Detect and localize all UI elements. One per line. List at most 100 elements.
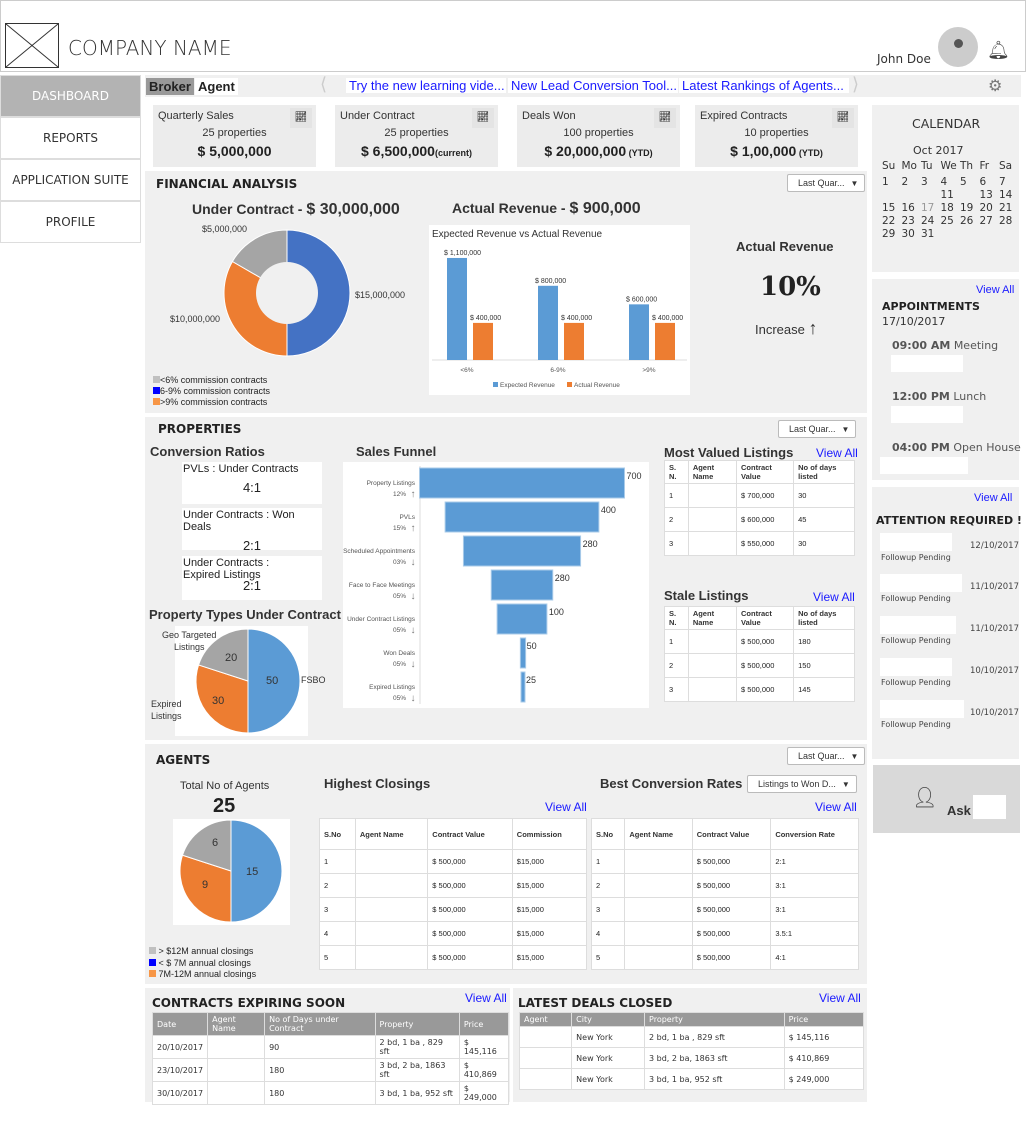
section-title: LATEST DEALS CLOSED bbox=[518, 996, 673, 1010]
table-row[interactable]: 1 $ 500,000 $15,000 bbox=[319, 849, 588, 874]
sidebar-item-profile[interactable]: PROFILE bbox=[0, 201, 141, 243]
calendar-day[interactable]: 29 bbox=[882, 228, 902, 240]
conversion-filter-dropdown[interactable]: Listings to Won D... ▼ bbox=[747, 775, 857, 793]
table-cell: 45 bbox=[793, 507, 855, 532]
period-dropdown[interactable]: Last Quar... ▼ bbox=[787, 747, 866, 765]
calendar-day[interactable]: 21 bbox=[999, 202, 1019, 214]
avatar[interactable] bbox=[938, 27, 978, 67]
table-cell bbox=[354, 945, 429, 970]
table-cell: $ 145,116 bbox=[783, 1026, 865, 1048]
view-all-link[interactable]: View All bbox=[815, 800, 857, 814]
table-row[interactable]: 1 $ 500,000 180 bbox=[664, 629, 855, 654]
table-row[interactable]: 1 $ 700,000 30 bbox=[664, 483, 855, 508]
calendar-day[interactable]: 18 bbox=[941, 202, 961, 214]
sidebar-item-reports[interactable]: REPORTS bbox=[0, 117, 141, 159]
view-all-link[interactable]: View All bbox=[465, 991, 507, 1005]
table-row[interactable]: 4 $ 500,000 $15,000 bbox=[319, 921, 588, 946]
calendar-day[interactable]: 14 bbox=[999, 189, 1019, 201]
ticker-item[interactable]: Latest Rankings of Agents... bbox=[679, 78, 849, 93]
period-dropdown[interactable]: Last Quar... ▼ bbox=[787, 174, 866, 192]
attention-item-box[interactable] bbox=[880, 700, 964, 718]
calendar-day[interactable]: 19 bbox=[960, 202, 980, 214]
table-row[interactable]: 2 $ 500,000 $15,000 bbox=[319, 873, 588, 898]
attention-item-box[interactable] bbox=[880, 616, 956, 634]
attention-item-box[interactable] bbox=[880, 574, 962, 592]
calendar-day[interactable]: 3 bbox=[921, 176, 941, 188]
view-all-link[interactable]: View All bbox=[813, 590, 855, 604]
trend-chart-icon[interactable]: 📈︎ bbox=[290, 108, 312, 128]
column-header: S. N. bbox=[664, 460, 689, 484]
table-row[interactable]: New York 3 bd, 2 ba, 1863 sft $ 410,869 bbox=[518, 1047, 865, 1069]
chevron-left-icon[interactable]: ⟨ bbox=[320, 74, 327, 95]
gear-icon[interactable]: ⚙ bbox=[988, 76, 1002, 96]
tab-agent[interactable]: Agent bbox=[195, 78, 238, 95]
calendar-day[interactable]: 15 bbox=[882, 202, 902, 214]
attention-date: 10/10/2017 bbox=[970, 666, 1019, 676]
sidebar-item-application-suite[interactable]: APPLICATION SUITE bbox=[0, 159, 141, 201]
view-all-link[interactable]: View All bbox=[974, 492, 1012, 504]
table-row[interactable]: New York 3 bd, 1 ba, 952 sft $ 249,000 bbox=[518, 1068, 865, 1090]
calendar-day[interactable]: 26 bbox=[960, 215, 980, 227]
table-row[interactable]: New York 2 bd, 1 ba , 829 sft $ 145,116 bbox=[518, 1026, 865, 1048]
table-row[interactable]: 5 $ 500,000 $15,000 bbox=[319, 945, 588, 970]
appointment-item[interactable]: 12:00 PM Lunch bbox=[892, 390, 986, 403]
view-all-link[interactable]: View All bbox=[819, 991, 861, 1005]
view-all-link[interactable]: View All bbox=[976, 284, 1014, 296]
category-label: Under Contract Listings bbox=[347, 616, 416, 623]
sidebar-item-dashboard[interactable]: DASHBOARD bbox=[0, 75, 141, 117]
calendar-day[interactable]: 30 bbox=[902, 228, 922, 240]
calendar-day[interactable]: 24 bbox=[921, 215, 941, 227]
appointment-item[interactable]: 09:00 AM Meeting bbox=[892, 339, 998, 352]
calendar-day[interactable]: 20 bbox=[980, 202, 1000, 214]
table-row[interactable]: 3 $ 550,000 30 bbox=[664, 531, 855, 556]
attention-item-box[interactable] bbox=[880, 533, 952, 551]
table-row[interactable]: 1 $ 500,000 2:1 bbox=[590, 849, 859, 874]
calendar-day[interactable]: 16 bbox=[902, 202, 922, 214]
table-row[interactable]: 20/10/2017 90 2 bd, 1 ba , 829 sft $ 145,11… bbox=[151, 1035, 510, 1059]
calendar-day[interactable]: 5 bbox=[960, 176, 980, 188]
trend-chart-icon[interactable]: 📈︎ bbox=[472, 108, 494, 128]
table-row[interactable]: 3 $ 500,000 $15,000 bbox=[319, 897, 588, 922]
table-row[interactable]: 2 $ 600,000 45 bbox=[664, 507, 855, 532]
calendar-day[interactable]: 31 bbox=[921, 228, 941, 240]
calendar-day[interactable]: 6 bbox=[980, 176, 1000, 188]
calendar-day[interactable]: 1 bbox=[882, 176, 902, 188]
calendar-day[interactable]: 23 bbox=[902, 215, 922, 227]
calendar-day[interactable]: 11 bbox=[941, 189, 961, 201]
calendar-day[interactable]: 17 bbox=[921, 202, 941, 214]
table-row[interactable]: 2 $ 500,000 150 bbox=[664, 653, 855, 678]
table-row[interactable]: 4 $ 500,000 3.5:1 bbox=[590, 921, 859, 946]
view-all-link[interactable]: View All bbox=[816, 446, 858, 460]
table-row[interactable]: 3 $ 500,000 3:1 bbox=[590, 897, 859, 922]
ask-input[interactable] bbox=[973, 795, 1006, 819]
calendar-day[interactable]: 4 bbox=[941, 176, 961, 188]
kpi-card[interactable]: Quarterly Sales 📈︎ 25 properties $ 5,000,00… bbox=[153, 105, 316, 167]
period-dropdown[interactable]: Last Quar... ▼ bbox=[778, 420, 857, 438]
calendar-day[interactable]: 28 bbox=[999, 215, 1019, 227]
calendar-day[interactable]: 13 bbox=[980, 189, 1000, 201]
table-row[interactable]: 23/10/2017 180 3 bd, 2 ba, 1863 sft $ 410,8… bbox=[151, 1058, 510, 1082]
ticker-item[interactable]: New Lead Conversion Tool... bbox=[508, 78, 678, 93]
calendar-day[interactable]: 7 bbox=[999, 176, 1019, 188]
kpi-card[interactable]: Under Contract 📈︎ 25 properties $ 6,500,000… bbox=[335, 105, 498, 167]
ticker-item[interactable]: Try the new learning vide... bbox=[346, 78, 506, 93]
calendar-day[interactable]: 27 bbox=[980, 215, 1000, 227]
trend-chart-icon[interactable]: 📈︎ bbox=[832, 108, 854, 128]
view-all-link[interactable]: View All bbox=[545, 800, 587, 814]
table-row[interactable]: 2 $ 500,000 3:1 bbox=[590, 873, 859, 898]
user-name[interactable]: John Doe bbox=[877, 52, 931, 66]
kpi-card[interactable]: Deals Won 📈︎ 100 properties $ 20,000,000 (Y… bbox=[517, 105, 680, 167]
bell-icon[interactable]: 🔔︎ bbox=[987, 40, 1010, 61]
kpi-card[interactable]: Expired Contracts 📈︎ 10 properties $ 1,00,0… bbox=[695, 105, 858, 167]
table-row[interactable]: 3 $ 500,000 145 bbox=[664, 677, 855, 702]
chevron-right-icon[interactable]: ⟩ bbox=[852, 74, 859, 95]
calendar-day[interactable]: 2 bbox=[902, 176, 922, 188]
table-row[interactable]: 30/10/2017 180 3 bd, 1 ba, 952 sft $ 249,00… bbox=[151, 1081, 510, 1105]
tab-broker[interactable]: Broker bbox=[146, 78, 194, 95]
calendar-day[interactable]: 25 bbox=[941, 215, 961, 227]
calendar-day[interactable]: 22 bbox=[882, 215, 902, 227]
appointment-item[interactable]: 04:00 PM Open House bbox=[892, 441, 1021, 454]
table-row[interactable]: 5 $ 500,000 4:1 bbox=[590, 945, 859, 970]
trend-chart-icon[interactable]: 📈︎ bbox=[654, 108, 676, 128]
attention-item-box[interactable] bbox=[880, 658, 952, 676]
